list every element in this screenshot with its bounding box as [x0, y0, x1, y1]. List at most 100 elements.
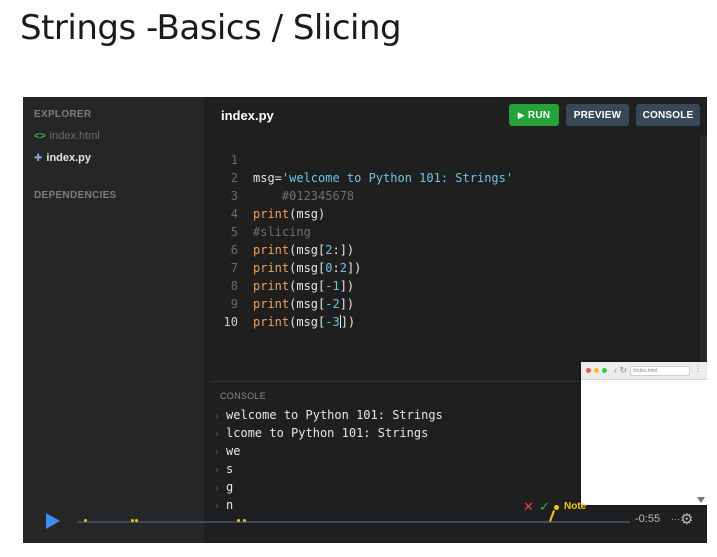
code-line[interactable]: 4 print(msg): [204, 205, 707, 223]
code-text: print(msg[2:]): [253, 241, 354, 259]
code-token: print: [253, 279, 290, 293]
dependencies-heading: DEPENDENCIES: [34, 190, 117, 201]
scroll-down-icon[interactable]: [697, 497, 705, 503]
code-line[interactable]: 6 print(msg[2:]): [204, 241, 707, 259]
code-line[interactable]: 10 print(msg[-3]): [204, 313, 707, 331]
code-line[interactable]: 9 print(msg[-2]): [204, 295, 707, 313]
code-token: ]): [340, 315, 356, 329]
code-text: #slicing: [253, 223, 311, 241]
check-icon[interactable]: ✓: [539, 499, 550, 515]
code-text: print(msg[-2]): [253, 295, 354, 313]
editor-scrollbar[interactable]: [700, 135, 707, 379]
chevron-right-icon: ›: [214, 501, 221, 512]
line-number: 8: [230, 279, 238, 293]
code-token: -1: [325, 279, 340, 293]
line-number: 7: [230, 261, 238, 275]
code-editor[interactable]: index.py ▶ RUN PREVIEW CONSOLE 1 2 msg='we…: [204, 97, 707, 379]
play-button[interactable]: [46, 513, 60, 529]
chevron-right-icon: ›: [214, 411, 221, 422]
play-icon: ▶: [517, 109, 525, 120]
file-name: index.html: [49, 130, 100, 142]
minimize-dot-icon: [594, 368, 599, 373]
run-label: RUN: [527, 109, 551, 121]
code-token: msg=: [253, 171, 282, 185]
note-label[interactable]: Note: [564, 501, 586, 512]
code-token: (msg[: [289, 315, 326, 329]
line-number: 2: [230, 171, 238, 185]
sidebar-file-index-py[interactable]: ✚ index.py: [34, 152, 91, 164]
timeline-marker[interactable]: [84, 519, 87, 522]
code-token: (msg[: [289, 261, 326, 275]
code-text: print(msg[0:2]): [253, 259, 361, 277]
console-heading: CONSOLE: [220, 391, 267, 401]
console-output-text: lcome to Python 101: Strings: [226, 426, 429, 440]
menu-icon[interactable]: ⋮: [694, 364, 702, 373]
console-output-text: g: [226, 480, 234, 494]
sidebar-file-index-html[interactable]: <> index.html: [34, 130, 100, 142]
code-token: (msg[: [289, 297, 326, 311]
console-output-line: › n: [214, 498, 233, 512]
explorer-heading: EXPLORER: [34, 109, 92, 120]
console-output-line: › we: [214, 444, 240, 458]
close-icon[interactable]: ✕: [523, 499, 534, 515]
console-output-line: › lcome to Python 101: Strings: [214, 426, 428, 440]
code-token: #012345678: [253, 189, 355, 203]
refresh-icon[interactable]: ‹ ↻: [614, 365, 627, 376]
timeline-marker[interactable]: [131, 519, 134, 522]
preview-button[interactable]: PREVIEW: [566, 104, 629, 126]
maximize-dot-icon: [602, 368, 607, 373]
code-token: ]): [339, 279, 355, 293]
note-dot-icon: [554, 505, 559, 510]
code-token: print: [253, 261, 290, 275]
code-line[interactable]: 7 print(msg[0:2]): [204, 259, 707, 277]
line-number: 1: [230, 153, 238, 167]
code-token: :]): [332, 243, 355, 257]
preview-window[interactable]: ‹ ↻ /index.html ⋮: [581, 362, 707, 505]
chevron-right-icon: ›: [214, 447, 221, 458]
sidebar: EXPLORER <> index.html ✚ index.py DEPEND…: [23, 97, 204, 543]
console-output-line: › welcome to Python 101: Strings: [214, 408, 443, 422]
timeline-marker[interactable]: [237, 519, 240, 522]
code-line[interactable]: 1: [204, 151, 707, 169]
line-number: 10: [223, 315, 238, 329]
chevron-right-icon: ›: [214, 429, 221, 440]
time-remaining: -0:55: [635, 513, 661, 525]
preview-url: /index.html: [630, 366, 690, 376]
code-token: (msg): [289, 207, 326, 221]
line-number: 3: [230, 189, 238, 203]
editor-tab[interactable]: index.py: [221, 108, 274, 123]
console-button[interactable]: CONSOLE: [636, 104, 700, 126]
close-dot-icon: [586, 368, 591, 373]
code-token: -3: [325, 315, 340, 329]
code-line[interactable]: 8 print(msg[-1]): [204, 277, 707, 295]
timeline-marker[interactable]: [243, 519, 246, 522]
line-number: 9: [230, 297, 238, 311]
code-token: 'welcome to Python 101: Strings': [281, 171, 514, 185]
console-output-text: we: [226, 444, 241, 458]
code-token: print: [253, 297, 290, 311]
run-button[interactable]: ▶ RUN: [509, 104, 559, 126]
code-text: #012345678: [253, 187, 354, 205]
code-area[interactable]: 1 2 msg='welcome to Python 101: Strings' 3 …: [204, 151, 707, 331]
python-icon: ✚: [34, 152, 43, 164]
console-output-text: welcome to Python 101: Strings: [226, 408, 443, 422]
file-name: index.py: [46, 152, 92, 164]
page-title: Strings -Basics / Slicing: [20, 8, 402, 48]
console-output-text: n: [226, 498, 234, 512]
timeline-marker[interactable]: [135, 519, 138, 522]
code-line[interactable]: 2 msg='welcome to Python 101: Strings': [204, 169, 707, 187]
code-token: print: [253, 207, 290, 221]
line-number: 6: [230, 243, 238, 257]
gear-icon[interactable]: ⚙: [680, 510, 693, 528]
line-number: 5: [230, 225, 238, 239]
code-token: print: [253, 243, 290, 257]
line-number: 4: [230, 207, 238, 221]
code-text: msg='welcome to Python 101: Strings': [253, 169, 513, 187]
console-output-line: › s: [214, 462, 233, 476]
code-token: print: [253, 315, 290, 329]
timeline-track[interactable]: [77, 521, 630, 523]
chevron-right-icon: ›: [214, 465, 221, 476]
more-icon[interactable]: ···: [671, 514, 680, 524]
code-line[interactable]: 3 #012345678: [204, 187, 707, 205]
code-line[interactable]: 5 #slicing: [204, 223, 707, 241]
